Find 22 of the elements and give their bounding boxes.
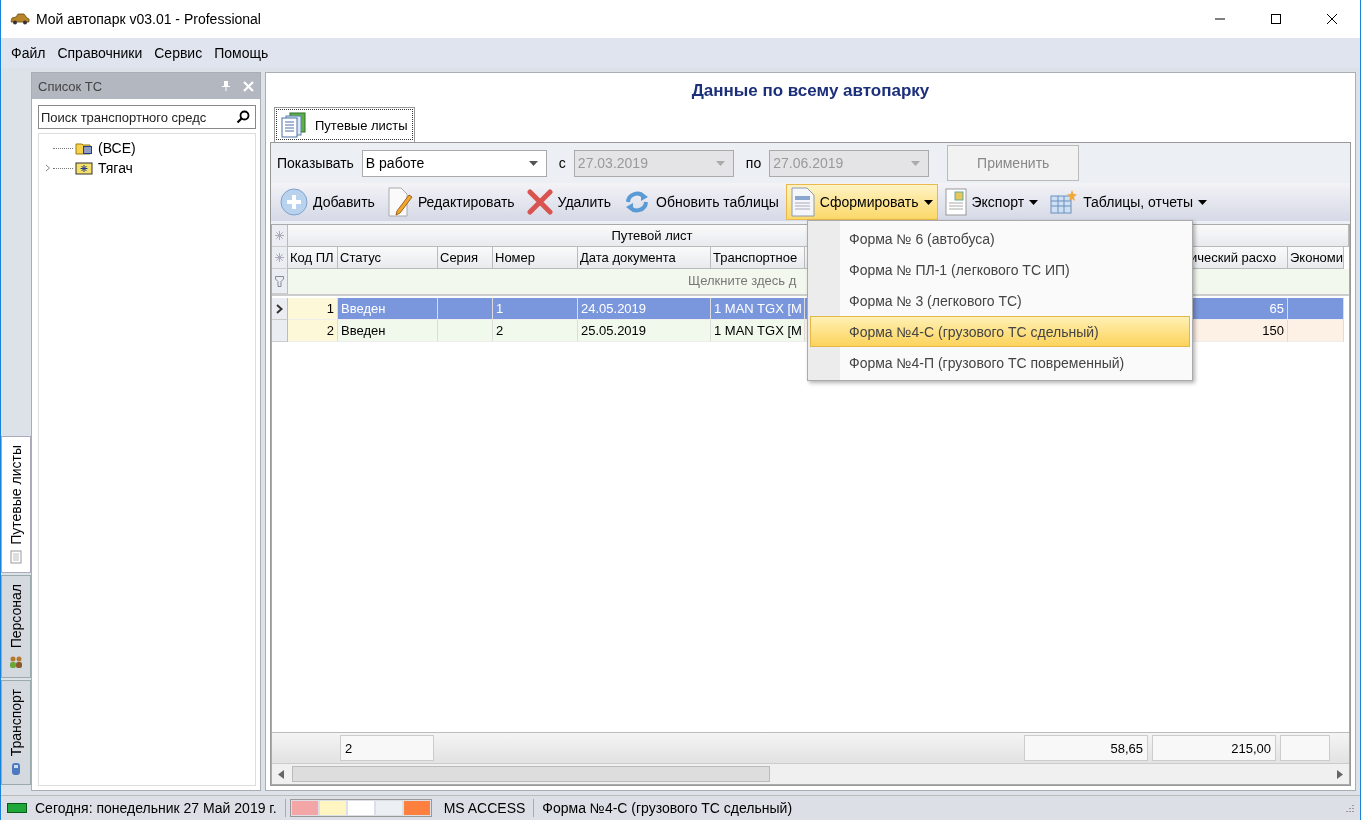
table-cell: 1 [493,298,578,320]
table-cell: 2 [493,320,578,342]
table-cell: 1 MAN TGX [M [711,298,805,320]
table-cell: Введен [338,320,438,342]
table-cell: 24.05.2019 [578,298,711,320]
footer-total: 2 [340,735,434,761]
panel-title: Список ТС [38,78,103,94]
status-message: Форма №4-С (грузового ТС сдельный) [541,799,794,817]
table-cell: Введен [338,298,438,320]
status-date: Сегодня: понедельник 27 Май 2019 г. [27,799,286,817]
page-heading: Данные по всему автопарку [690,80,931,102]
table-cell: 25.05.2019 [578,320,711,342]
window-title: Мой автопарк v03.01 - Professional [36,11,261,27]
table-cell: 1 [288,298,338,320]
filter-label: Показывать [277,155,354,171]
table-cell: 2 [288,320,338,342]
footer-total: 58,65 [1024,735,1148,761]
table-cell: 1 MAN TGX [M [711,320,805,342]
filter-label: с [558,155,566,171]
filter-label: по [745,155,762,171]
footer-total: 215,00 [1152,735,1276,761]
database-type: MS ACCESS [435,799,535,817]
